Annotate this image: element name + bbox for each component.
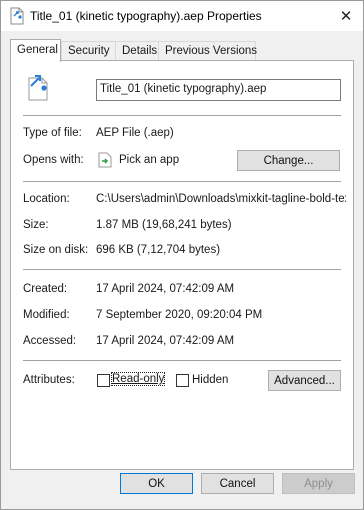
created-value: 17 April 2024, 07:42:09 AM — [96, 283, 235, 295]
type-of-file-value: AEP File (.aep) — [96, 127, 174, 139]
properties-window: Title_01 (kinetic typography).aep Proper… — [0, 0, 364, 510]
separator — [23, 115, 341, 116]
size-on-disk-label: Size on disk: — [23, 244, 89, 256]
window-title: Title_01 (kinetic typography).aep Proper… — [30, 9, 262, 23]
aep-file-icon — [10, 7, 24, 25]
accessed-label: Accessed: — [23, 335, 77, 347]
apply-button[interactable]: Apply — [282, 473, 355, 494]
tab-general[interactable]: General — [10, 39, 61, 62]
cancel-button[interactable]: Cancel — [201, 473, 274, 494]
tab-security[interactable]: Security — [61, 41, 116, 60]
size-on-disk-value: 696 KB (7,12,704 bytes) — [96, 244, 221, 256]
attributes-label: Attributes: — [23, 374, 75, 386]
modified-value: 7 September 2020, 09:20:04 PM — [96, 309, 263, 321]
ok-button-label: OK — [148, 477, 165, 490]
pick-app-icon — [98, 152, 112, 168]
large-file-icon — [28, 75, 48, 101]
separator — [23, 269, 341, 270]
hidden-label[interactable]: Hidden — [192, 374, 228, 386]
tab-details[interactable]: Details — [115, 41, 159, 60]
change-button-label: Change... — [263, 154, 314, 167]
apply-button-label: Apply — [304, 477, 333, 490]
accessed-value: 17 April 2024, 07:42:09 AM — [96, 335, 235, 347]
created-label: Created: — [23, 283, 68, 295]
cancel-button-label: Cancel — [219, 477, 256, 490]
read-only-checkbox[interactable] — [97, 374, 110, 387]
change-button[interactable]: Change... — [237, 150, 340, 171]
read-only-label[interactable]: Read-only — [110, 372, 166, 386]
advanced-button[interactable]: Advanced... — [268, 370, 341, 391]
opens-with-value: Pick an app — [119, 154, 180, 166]
opens-with-label: Opens with: — [23, 154, 84, 166]
type-of-file-label: Type of file: — [23, 127, 82, 139]
separator — [23, 181, 341, 182]
general-panel: Title_01 (kinetic typography).aep Type o… — [10, 60, 354, 470]
file-name-input[interactable]: Title_01 (kinetic typography).aep — [96, 79, 341, 101]
location-value[interactable]: C:\Users\admin\Downloads\mixkit-tagline-… — [96, 193, 346, 205]
location-label: Location: — [23, 193, 70, 205]
close-icon: ✕ — [339, 8, 353, 25]
size-label: Size: — [23, 219, 49, 231]
tab-previous-versions[interactable]: Previous Versions — [158, 41, 257, 60]
close-button[interactable]: ✕ — [335, 5, 357, 27]
separator — [23, 360, 341, 361]
advanced-button-label: Advanced... — [274, 374, 335, 387]
modified-label: Modified: — [23, 309, 70, 321]
size-value: 1.87 MB (19,68,241 bytes) — [96, 219, 232, 231]
title-bar[interactable]: Title_01 (kinetic typography).aep Proper… — [1, 1, 363, 31]
ok-button[interactable]: OK — [120, 473, 193, 494]
hidden-checkbox[interactable] — [176, 374, 189, 387]
